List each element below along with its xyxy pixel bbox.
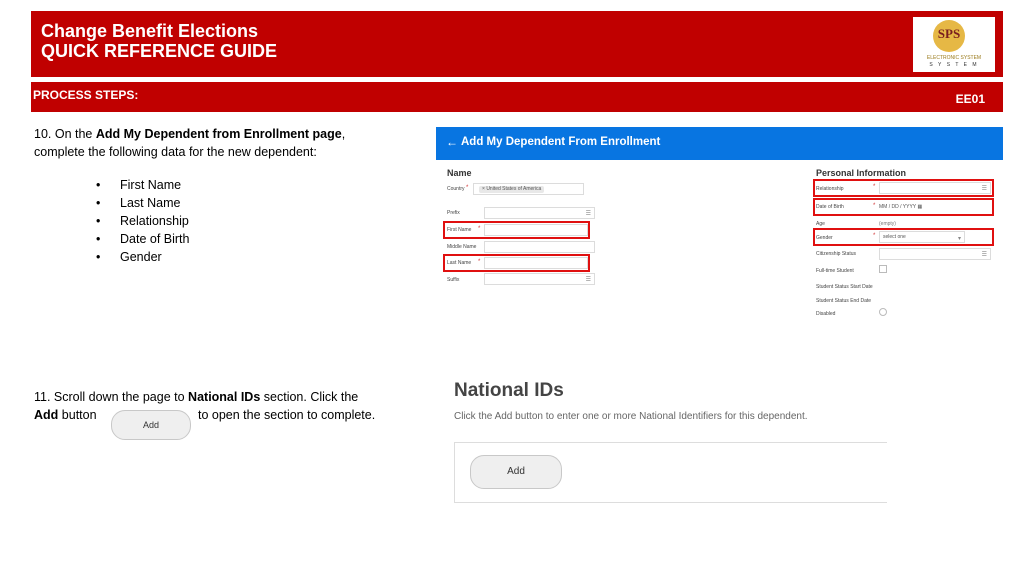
sps-logo: SPS ELECTRONIC SYSTEM S Y S T E M (913, 17, 995, 72)
list-item: Relationship (96, 212, 189, 230)
arrow-left-icon[interactable]: ← (446, 135, 458, 149)
list-item: Gender (96, 248, 189, 266)
step-10-text: 10. On the Add My Dependent from Enrollm… (34, 125, 345, 161)
process-steps-bar: PROCESS STEPS: EE01 (31, 82, 1003, 112)
last-name-highlight (443, 254, 590, 272)
page-title-bar: ← Add My Dependent From Enrollment (436, 127, 1003, 160)
national-ids-description: Click the Add button to enter one or mor… (454, 411, 808, 422)
step-11-button-word: button (58, 408, 97, 422)
national-ids-panel: Add (454, 442, 887, 503)
header-banner: Change Benefit Elections QUICK REFERENCE… (31, 11, 1003, 77)
citizenship-label: Citizenship Status (816, 251, 857, 257)
relationship-highlight (813, 179, 994, 197)
list-item: Date of Birth (96, 230, 189, 248)
logo-letters: SPS (937, 26, 961, 41)
list-icon: ☰ (585, 211, 591, 217)
status-end-label: Student Status End Date (816, 298, 872, 304)
prefix-label: Prefix (447, 210, 460, 216)
logo-text-line2: S Y S T E M (929, 62, 979, 68)
step-11-prefix: 11. Scroll down the page to (34, 390, 189, 404)
middle-name-label: Middle Name (447, 244, 477, 250)
required-fields-list: First Name Last Name Relationship Date o… (96, 176, 189, 266)
status-start-label: Student Status Start Date (816, 284, 873, 290)
step-11-bold: National IDs (188, 390, 261, 404)
guide-title-line1: Change Benefit Elections (41, 21, 259, 41)
list-item: First Name (96, 176, 189, 194)
age-value: (empty) (879, 221, 896, 227)
country-value: United States of America (486, 186, 542, 192)
add-dependent-screenshot: ← Add My Dependent From Enrollment Name … (436, 127, 1003, 323)
step-11-add-bold: Add (34, 408, 59, 422)
step-10-prefix: 10. On the (34, 127, 96, 141)
guide-title-line2: QUICK REFERENCE GUIDE (41, 41, 278, 61)
process-steps-label: PROCESS STEPS: (33, 88, 139, 102)
step-11-suffix: section. Click the (260, 390, 359, 404)
list-icon: ☰ (981, 252, 987, 258)
disabled-checkbox[interactable] (879, 308, 887, 316)
step-10-suffix: , (341, 127, 346, 141)
add-national-id-button[interactable]: Add (470, 455, 562, 489)
page-title: Add My Dependent From Enrollment (461, 136, 661, 148)
document-code: EE01 (955, 92, 985, 106)
suffix-label: Suffix (447, 277, 460, 283)
country-chip: × United States of America (479, 186, 545, 193)
suffix-field[interactable]: ☰ (484, 273, 595, 285)
guide-title: Change Benefit Elections QUICK REFERENCE… (41, 21, 277, 61)
personal-info-section-title: Personal Information (816, 168, 907, 178)
country-label: Country (447, 186, 465, 192)
disabled-label: Disabled (816, 311, 836, 317)
inline-add-button[interactable]: Add (111, 410, 191, 440)
step-11-line2-end: to open the section to complete. (198, 408, 376, 422)
dob-highlight (813, 198, 994, 216)
gender-highlight (813, 228, 994, 246)
list-item: Last Name (96, 194, 189, 212)
middle-name-field[interactable] (484, 241, 595, 253)
list-icon: ☰ (585, 277, 591, 283)
name-section-title: Name (447, 168, 472, 178)
fulltime-student-label: Full-time Student (816, 268, 854, 274)
country-field[interactable]: × United States of America (473, 183, 584, 195)
required-marker: * (466, 185, 469, 191)
first-name-highlight (443, 221, 590, 239)
step-10-line2: complete the following data for the new … (34, 145, 317, 159)
fulltime-student-checkbox[interactable] (879, 265, 887, 273)
citizenship-field[interactable]: ☰ (879, 248, 991, 260)
logo-text-line1: ELECTRONIC SYSTEM (926, 55, 982, 61)
national-ids-title: National IDs (454, 380, 564, 401)
prefix-field[interactable]: ☰ (484, 207, 595, 219)
age-label: Age (816, 221, 825, 227)
step-10-bold: Add My Dependent from Enrollment page (95, 127, 342, 141)
